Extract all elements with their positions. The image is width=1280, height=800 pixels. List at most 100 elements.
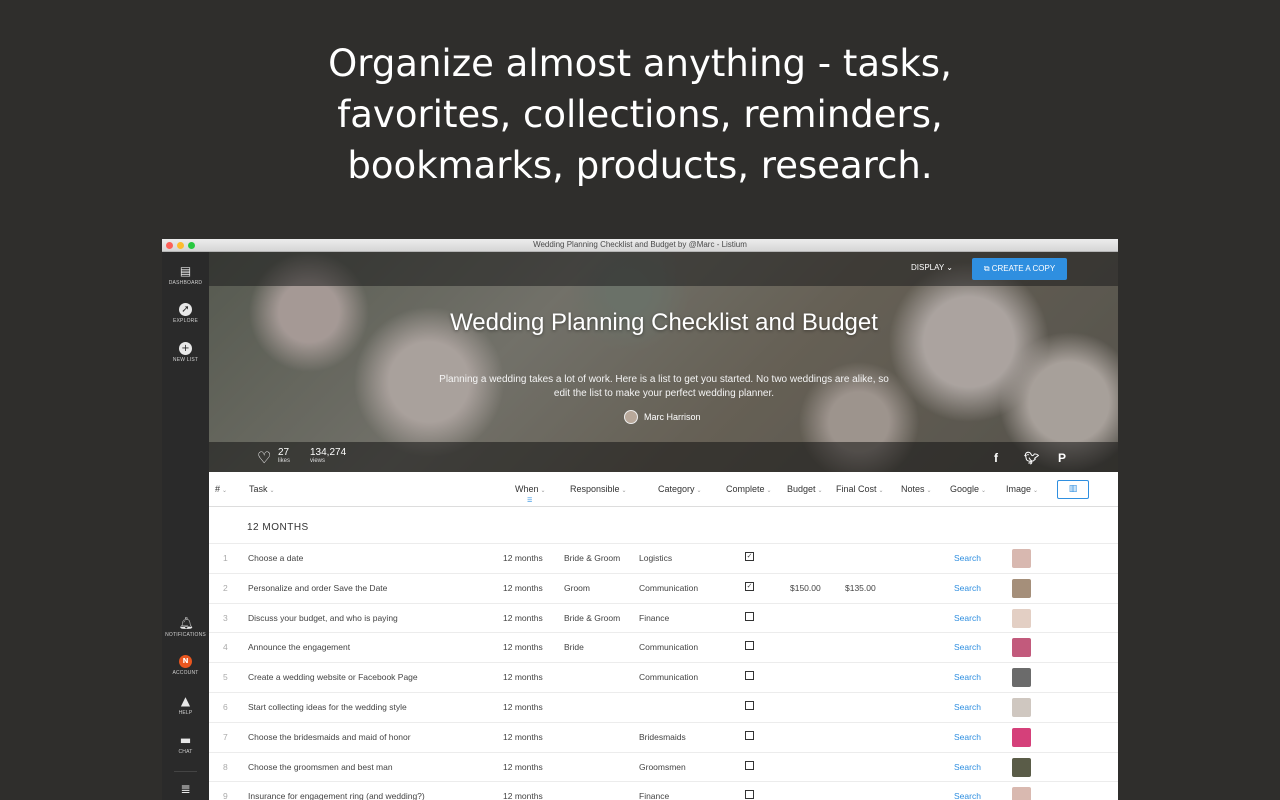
- when-cell[interactable]: 12 months: [503, 732, 543, 742]
- google-search-link[interactable]: Search: [954, 583, 981, 593]
- table-row[interactable]: 3 Discuss your budget, and who is paying…: [209, 602, 1118, 633]
- likes-label: likes: [278, 458, 291, 464]
- sidebar-item-chat[interactable]: ▬ CHAT: [162, 733, 209, 755]
- sidebar-item-explore[interactable]: ➚ EXPLORE: [162, 303, 209, 324]
- image-thumbnail[interactable]: [1012, 608, 1031, 628]
- responsible-cell[interactable]: Bride & Groom: [564, 553, 620, 563]
- category-cell[interactable]: Finance: [639, 613, 669, 623]
- when-cell[interactable]: 12 months: [503, 791, 543, 800]
- likes-stat: 27 likes: [278, 447, 290, 464]
- window-title: Wedding Planning Checklist and Budget by…: [533, 240, 747, 249]
- task-cell[interactable]: Start collecting ideas for the wedding s…: [248, 702, 407, 712]
- when-cell[interactable]: 12 months: [503, 762, 543, 772]
- task-cell[interactable]: Personalize and order Save the Date: [248, 583, 387, 593]
- column-header-notes[interactable]: Notes ⌄: [901, 484, 932, 494]
- image-thumbnail[interactable]: [1012, 787, 1031, 800]
- when-cell[interactable]: 12 months: [503, 553, 543, 563]
- category-cell[interactable]: Communication: [639, 583, 698, 593]
- category-cell[interactable]: Communication: [639, 642, 698, 652]
- budget-cell[interactable]: $150.00: [790, 583, 821, 593]
- table-row[interactable]: 7 Choose the bridesmaids and maid of hon…: [209, 721, 1118, 752]
- column-header-google[interactable]: Google ⌄: [950, 484, 986, 494]
- complete-checkbox-checked[interactable]: ✓: [745, 552, 754, 561]
- complete-checkbox[interactable]: [745, 611, 754, 621]
- google-search-link[interactable]: Search: [954, 553, 981, 563]
- image-thumbnail[interactable]: [1012, 668, 1031, 688]
- table-row[interactable]: 6 Start collecting ideas for the wedding…: [209, 691, 1118, 722]
- category-cell[interactable]: Bridesmaids: [639, 732, 686, 742]
- sidebar-item-help[interactable]: ▲ HELP: [162, 694, 209, 716]
- category-cell[interactable]: Communication: [639, 672, 698, 682]
- image-thumbnail[interactable]: [1012, 549, 1031, 568]
- create-copy-button[interactable]: ⧉ CREATE A COPY: [972, 258, 1067, 280]
- column-header-complete[interactable]: Complete ⌄: [726, 484, 772, 494]
- when-cell[interactable]: 12 months: [503, 702, 543, 712]
- complete-checkbox[interactable]: [745, 730, 754, 740]
- task-cell[interactable]: Insurance for engagement ring (and weddi…: [248, 791, 425, 800]
- image-thumbnail[interactable]: [1012, 757, 1031, 777]
- sidebar-item-listium[interactable]: ≣: [162, 782, 209, 796]
- sidebar-item-new-list[interactable]: + NEW LIST: [162, 342, 209, 363]
- complete-checkbox-checked[interactable]: ✓: [745, 581, 754, 591]
- complete-checkbox[interactable]: [745, 671, 754, 681]
- task-cell[interactable]: Choose the bridesmaids and maid of honor: [248, 732, 411, 742]
- row-number: 8: [223, 761, 228, 772]
- column-header-final-cost[interactable]: Final Cost ⌄: [836, 484, 884, 494]
- heart-icon[interactable]: ♡: [257, 448, 271, 467]
- responsible-cell[interactable]: Bride: [564, 642, 584, 652]
- when-cell[interactable]: 12 months: [503, 613, 543, 623]
- google-search-link[interactable]: Search: [954, 791, 981, 800]
- task-cell[interactable]: Discuss your budget, and who is paying: [248, 613, 398, 623]
- task-cell[interactable]: Announce the engagement: [248, 642, 350, 652]
- image-thumbnail[interactable]: [1012, 727, 1031, 747]
- list-hero: DISPLAY ⌄ ⧉ CREATE A COPY Wedding Planni…: [209, 252, 1118, 472]
- table-row[interactable]: 5 Create a wedding website or Facebook P…: [209, 662, 1118, 692]
- sidebar-item-account[interactable]: N ACCOUNT: [162, 655, 209, 676]
- table-row[interactable]: 2 Personalize and order Save the Date 12…: [209, 572, 1118, 603]
- task-cell[interactable]: Create a wedding website or Facebook Pag…: [248, 672, 418, 682]
- column-settings-button[interactable]: ▥: [1057, 480, 1089, 499]
- column-header-number[interactable]: # ⌄: [215, 484, 227, 494]
- when-cell[interactable]: 12 months: [503, 583, 543, 593]
- google-search-link[interactable]: Search: [954, 702, 981, 712]
- responsible-cell[interactable]: Bride & Groom: [564, 613, 620, 623]
- table-row[interactable]: 4 Announce the engagement 12 months Brid…: [209, 632, 1118, 662]
- table-row[interactable]: 9 Insurance for engagement ring (and wed…: [209, 781, 1118, 800]
- complete-checkbox[interactable]: [745, 700, 754, 710]
- complete-checkbox[interactable]: [745, 790, 754, 800]
- image-thumbnail[interactable]: [1012, 697, 1031, 717]
- column-header-responsible[interactable]: Responsible ⌄: [570, 484, 627, 494]
- column-header-task[interactable]: Task ⌄: [249, 484, 275, 494]
- author-link[interactable]: Marc Harrison: [624, 410, 701, 424]
- google-search-link[interactable]: Search: [954, 762, 981, 772]
- google-search-link[interactable]: Search: [954, 732, 981, 742]
- google-search-link[interactable]: Search: [954, 672, 981, 682]
- facebook-icon[interactable]: f: [994, 451, 998, 465]
- column-header-when[interactable]: When ⌄: [515, 484, 546, 494]
- complete-checkbox[interactable]: [745, 760, 754, 770]
- task-cell[interactable]: Choose the groomsmen and best man: [248, 762, 393, 772]
- category-cell[interactable]: Groomsmen: [639, 762, 686, 772]
- table-row[interactable]: 1 Choose a date 12 months Bride & Groom …: [209, 543, 1118, 573]
- final-cost-cell[interactable]: $135.00: [845, 583, 876, 593]
- responsible-cell[interactable]: Groom: [564, 583, 590, 593]
- category-cell[interactable]: Logistics: [639, 553, 672, 563]
- column-header-budget[interactable]: Budget ⌄: [787, 484, 823, 494]
- when-cell[interactable]: 12 months: [503, 642, 543, 652]
- task-cell[interactable]: Choose a date: [248, 553, 303, 563]
- image-thumbnail[interactable]: [1012, 638, 1031, 658]
- sidebar-item-dashboard[interactable]: ▤ DASHBOARD: [162, 264, 209, 286]
- column-header-category[interactable]: Category ⌄: [658, 484, 702, 494]
- sidebar-item-notifications[interactable]: 🔔︎ NOTIFICATIONS: [162, 616, 209, 638]
- table-row[interactable]: 8 Choose the groomsmen and best man 12 m…: [209, 751, 1118, 782]
- when-cell[interactable]: 12 months: [503, 672, 543, 682]
- google-search-link[interactable]: Search: [954, 642, 981, 652]
- display-menu-button[interactable]: DISPLAY ⌄: [911, 263, 953, 272]
- image-thumbnail[interactable]: [1012, 578, 1031, 598]
- complete-checkbox[interactable]: [745, 641, 754, 651]
- column-header-image[interactable]: Image ⌄: [1006, 484, 1038, 494]
- twitter-icon[interactable]: 🐦︎: [1024, 451, 1039, 465]
- pinterest-icon[interactable]: P: [1058, 451, 1066, 465]
- category-cell[interactable]: Finance: [639, 791, 669, 800]
- google-search-link[interactable]: Search: [954, 613, 981, 623]
